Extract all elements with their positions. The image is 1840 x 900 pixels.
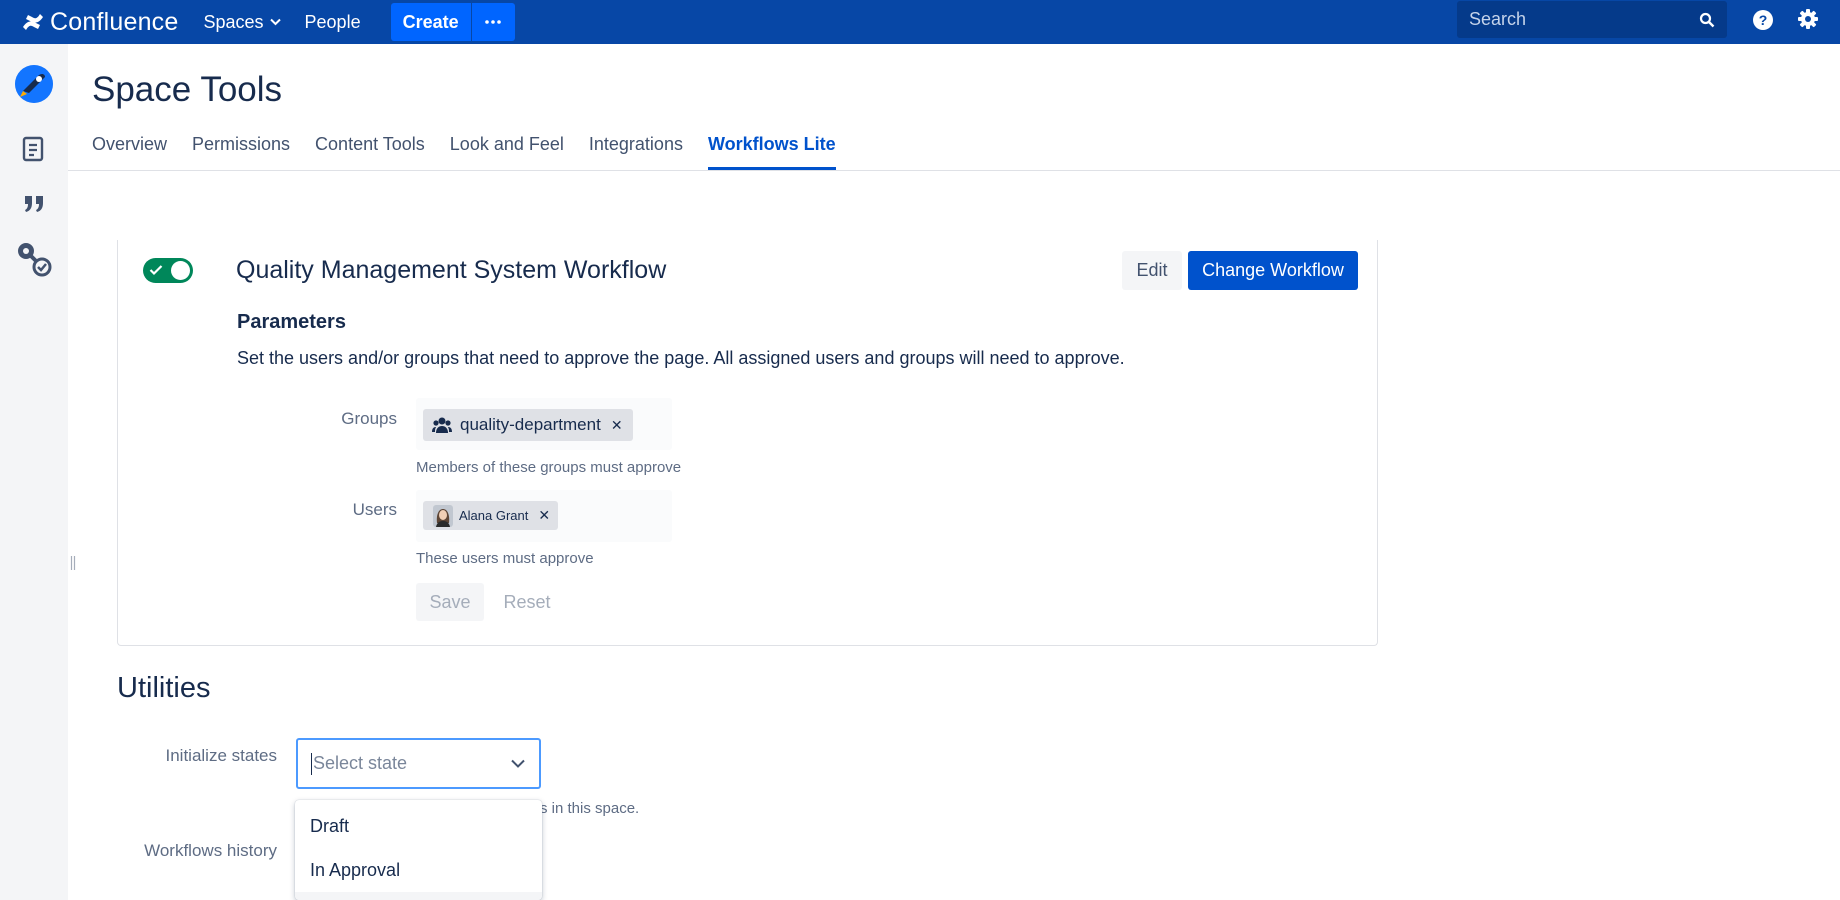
tab-overview[interactable]: Overview xyxy=(92,134,167,170)
blog-quote-icon[interactable] xyxy=(23,194,45,214)
groups-helper: Members of these groups must approve xyxy=(416,459,682,476)
toggle-knob xyxy=(171,261,190,280)
space-sidebar xyxy=(0,44,68,900)
gear-icon[interactable] xyxy=(1797,8,1819,30)
initialize-states-label: Initialize states xyxy=(165,746,278,765)
state-dropdown-menu: Draft In Approval xyxy=(295,800,542,900)
create-button-group: Create xyxy=(390,3,515,41)
sidebar-resize-handle[interactable] xyxy=(70,556,76,570)
workflow-card xyxy=(117,240,1378,646)
group-chip-label: quality-department xyxy=(460,415,601,434)
groups-label: Groups xyxy=(341,409,397,428)
pages-icon[interactable] xyxy=(22,136,44,162)
search-placeholder: Search xyxy=(1469,9,1527,29)
top-navigation-bar: Confluence Spaces People Create Search ? xyxy=(0,0,1840,44)
parameters-heading: Parameters xyxy=(237,311,346,333)
svg-text:?: ? xyxy=(1759,12,1768,28)
people-label: People xyxy=(304,11,361,32)
remove-group-icon[interactable]: ✕ xyxy=(611,417,623,434)
space-avatar-icon[interactable] xyxy=(14,64,54,104)
users-label: Users xyxy=(352,500,397,519)
dropdown-option-partial[interactable] xyxy=(295,892,542,900)
header-divider xyxy=(68,170,1840,171)
edit-button[interactable]: Edit xyxy=(1122,251,1182,290)
confluence-logo-icon xyxy=(23,14,43,30)
help-icon[interactable]: ? xyxy=(1752,9,1774,31)
utilities-heading: Utilities xyxy=(117,672,211,704)
initialize-states-helper: s in this space. xyxy=(540,800,640,817)
user-chip[interactable]: Alana Grant ✕ xyxy=(423,501,559,530)
select-placeholder: Select state xyxy=(313,753,408,773)
chevron-down-icon xyxy=(269,18,281,26)
remove-user-icon[interactable]: ✕ xyxy=(538,507,550,524)
dropdown-option-draft[interactable]: Draft xyxy=(295,804,542,848)
dropdown-option-in-approval[interactable]: In Approval xyxy=(295,848,542,892)
chevron-down-icon[interactable] xyxy=(511,759,525,768)
more-options-button[interactable] xyxy=(470,3,515,41)
reset-button[interactable]: Reset xyxy=(495,583,559,621)
tab-integrations[interactable]: Integrations xyxy=(589,134,683,170)
change-workflow-button[interactable]: Change Workflow xyxy=(1188,251,1358,290)
people-link[interactable]: People xyxy=(305,12,361,33)
tab-content-tools[interactable]: Content Tools xyxy=(315,134,425,170)
confluence-logo[interactable]: Confluence xyxy=(22,8,178,37)
state-select[interactable]: Select state xyxy=(296,738,541,789)
workflow-title: Quality Management System Workflow xyxy=(236,256,667,284)
save-button[interactable]: Save xyxy=(416,583,484,621)
space-tools-icon[interactable] xyxy=(15,240,53,278)
workflow-enabled-toggle[interactable] xyxy=(143,258,193,283)
space-tools-tabs: Overview Permissions Content Tools Look … xyxy=(92,134,861,170)
brand-name: Confluence xyxy=(50,7,179,36)
search-input[interactable]: Search xyxy=(1457,1,1727,38)
page-title: Space Tools xyxy=(92,70,283,109)
check-icon xyxy=(149,265,163,276)
spaces-label: Spaces xyxy=(203,11,264,32)
group-icon xyxy=(432,417,452,433)
tab-look-and-feel[interactable]: Look and Feel xyxy=(450,134,564,170)
search-icon xyxy=(1699,12,1715,27)
more-dots-icon xyxy=(485,20,501,24)
user-chip-label: Alana Grant xyxy=(459,508,529,523)
create-button[interactable]: Create xyxy=(390,3,471,41)
text-cursor xyxy=(311,752,312,775)
users-helper: These users must approve xyxy=(416,550,594,567)
group-chip[interactable]: quality-department ✕ xyxy=(423,409,633,441)
tab-workflows-lite[interactable]: Workflows Lite xyxy=(707,134,836,170)
user-avatar-icon xyxy=(433,504,453,527)
spaces-menu[interactable]: Spaces xyxy=(203,11,281,33)
tab-permissions[interactable]: Permissions xyxy=(192,134,290,170)
workflows-history-label: Workflows history xyxy=(144,841,277,860)
parameters-description: Set the users and/or groups that need to… xyxy=(237,348,1125,368)
